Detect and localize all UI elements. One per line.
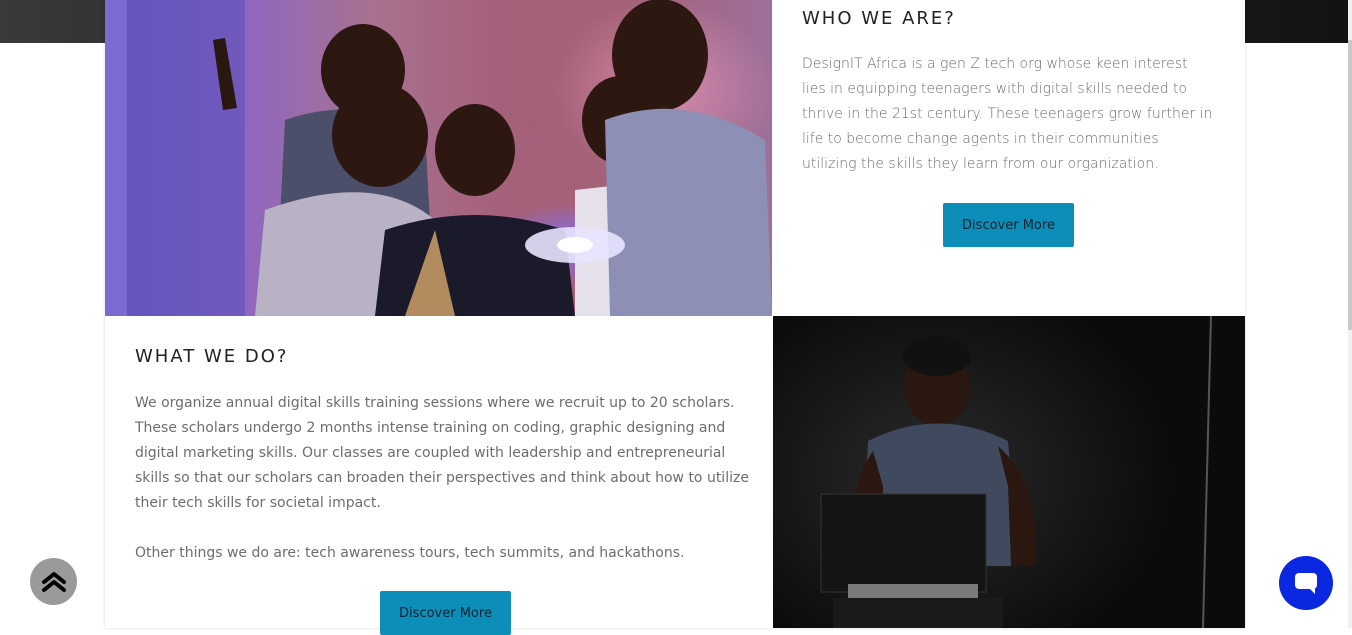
- what-we-do-text: We organize annual digital skills traini…: [135, 395, 749, 511]
- scrollbar-thumb[interactable]: [1348, 40, 1352, 330]
- who-we-are-text: DesignIT Africa is a gen Z tech org whos…: [802, 56, 1213, 172]
- what-we-do-title: WHAT WE DO?: [135, 346, 289, 367]
- what-we-do-extra-text: Other things we do are: tech awareness t…: [135, 545, 685, 561]
- group-photo: [105, 0, 772, 316]
- discover-more-button[interactable]: Discover More: [380, 591, 511, 635]
- double-chevron-up-icon: [41, 571, 66, 592]
- scroll-to-top-button[interactable]: [30, 558, 77, 605]
- who-we-are-title: WHO WE ARE?: [802, 8, 956, 29]
- chat-bubble-icon: [1295, 573, 1317, 594]
- laptop-photo: [773, 316, 1245, 628]
- page-scrollbar[interactable]: [1348, 0, 1352, 628]
- discover-more-button[interactable]: Discover More: [943, 203, 1074, 247]
- chat-button[interactable]: [1279, 556, 1333, 610]
